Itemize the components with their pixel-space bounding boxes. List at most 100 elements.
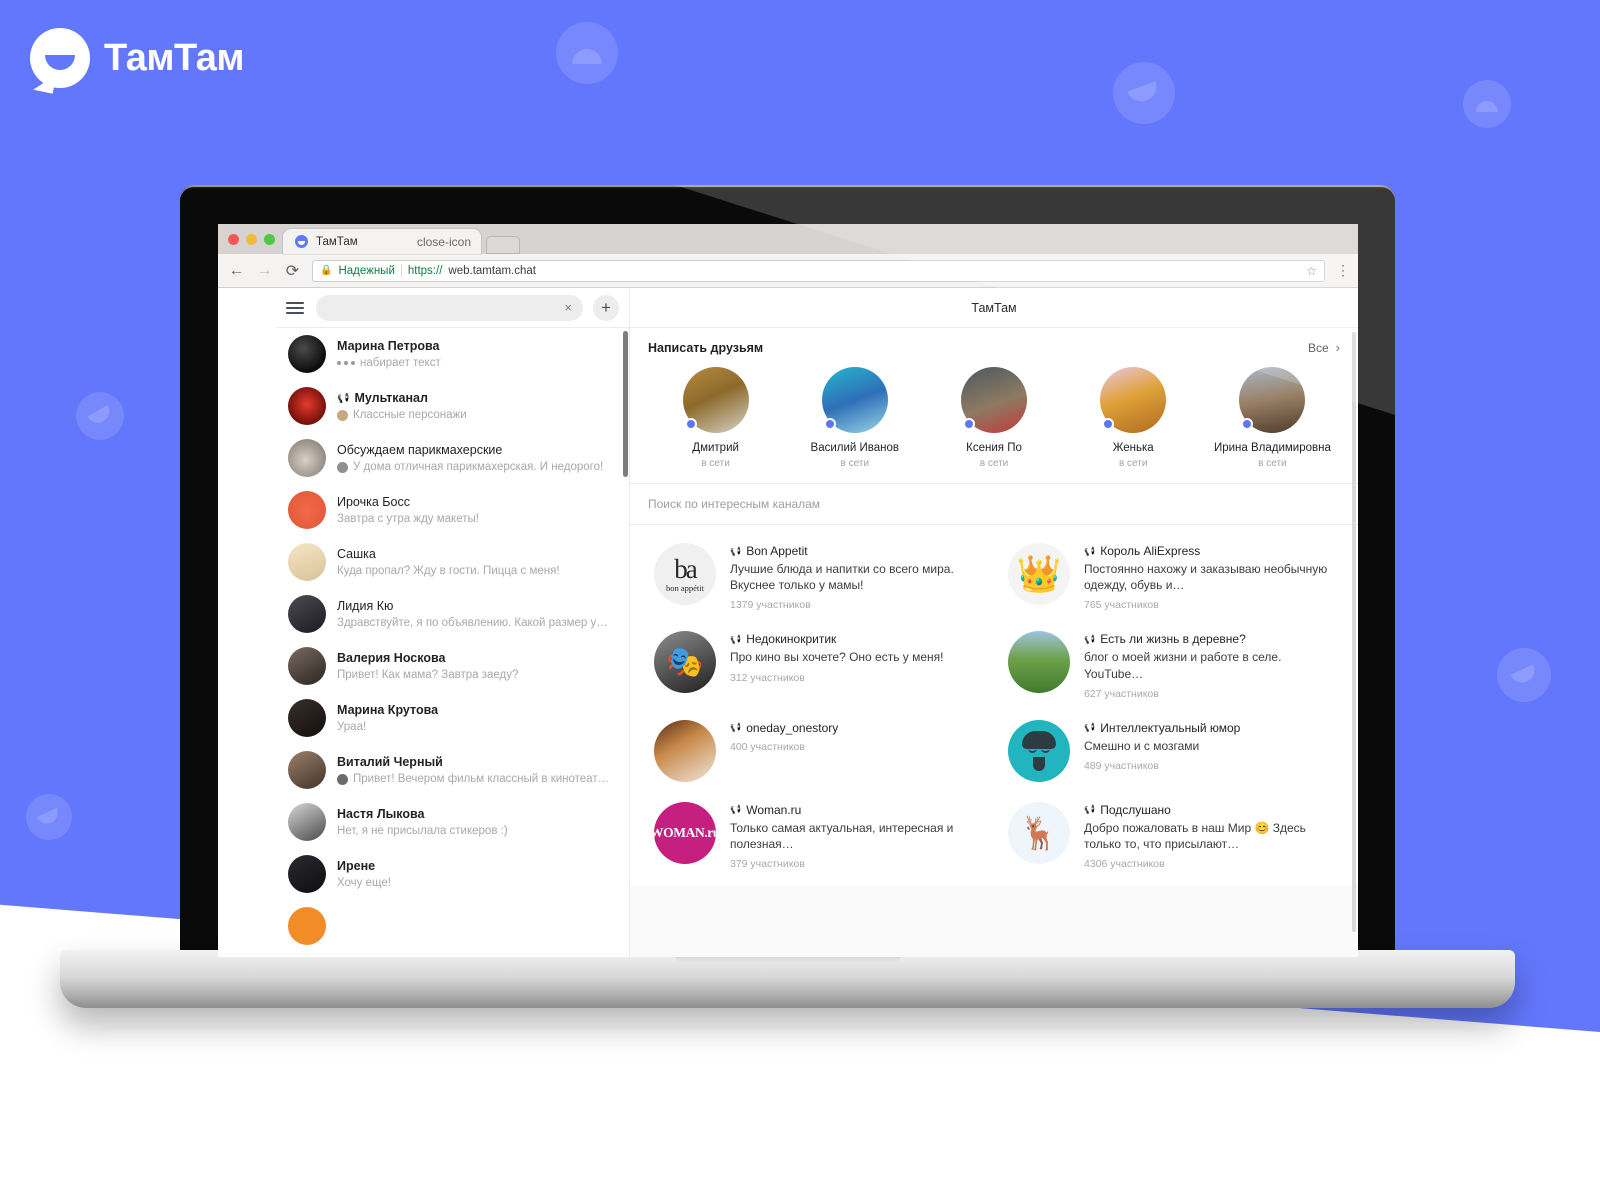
avatar — [288, 647, 326, 685]
channel-search-placeholder: Поиск по интересным каналам — [648, 497, 821, 511]
clear-search-icon[interactable]: × — [564, 300, 572, 315]
channel-card[interactable]: 📢 Есть ли жизнь в деревне? блог о моей жиз… — [994, 621, 1348, 709]
search-input[interactable]: × — [316, 294, 583, 321]
chat-item-title: Виталий Черный — [337, 755, 615, 769]
close-window-button[interactable] — [228, 234, 239, 245]
chat-item-title: Валерия Носкова — [337, 651, 615, 665]
friend-item[interactable]: Василий Иванов в сети — [785, 367, 924, 469]
chat-item-body: Марина Крутова Ураа! — [337, 703, 615, 733]
chat-item-preview: Нет, я не присылала стикеров :) — [337, 825, 615, 837]
megaphone-icon: 📢 — [1084, 804, 1096, 815]
bookmark-star-icon[interactable]: ☆ — [1306, 264, 1317, 278]
chat-item-preview-text: У дома отличная парикмахерская. И недоро… — [353, 461, 604, 473]
reload-icon[interactable]: ⟳ — [284, 261, 301, 281]
channel-member-count: 312 участников — [730, 671, 805, 684]
chat-list-item[interactable]: Валерия Носкова Привет! Как мама? Завтра … — [276, 640, 629, 692]
avatar — [288, 335, 326, 373]
chat-item-body: Ирене Хочу еще! — [337, 859, 615, 889]
channel-description: Смешно и с мозгами — [1084, 738, 1200, 753]
friend-item[interactable]: Женька в сети — [1064, 367, 1203, 469]
channel-description: Про кино вы хочете? Оно есть у меня! — [730, 650, 944, 665]
page-title: ТамТам — [971, 300, 1017, 315]
chat-list-item[interactable]: 📢 Мультканал Классные персонажи — [276, 380, 629, 432]
channel-search-input[interactable]: Поиск по интересным каналам — [630, 484, 1358, 525]
megaphone-icon: 📢 — [1084, 633, 1096, 644]
chat-item-body: 📢 Мультканал Классные персонажи — [337, 391, 615, 421]
chat-list-scroll: Марина Петрова набирает текст 📢 Мультканал К… — [276, 328, 629, 957]
chat-item-preview-text: набирает текст — [360, 357, 441, 369]
chat-item-preview-text: Привет! Как мама? Завтра заеду? — [337, 669, 519, 681]
chat-list-item[interactable]: Марина Крутова Ураа! — [276, 692, 629, 744]
tamtam-web-app: × + Марина Петрова набирает текст 📢 Мультка… — [218, 288, 1358, 957]
channel-card[interactable]: 📢 oneday_onestory 400 участников — [640, 710, 994, 792]
channel-member-count: 627 участников — [1084, 687, 1159, 700]
online-status-dot — [1102, 418, 1115, 430]
back-icon[interactable]: ← — [228, 262, 245, 280]
window-controls[interactable] — [228, 234, 275, 254]
new-tab-button[interactable] — [486, 236, 520, 254]
browser-menu-icon[interactable]: ⋮ — [1336, 263, 1350, 277]
brand-name: ТамТам — [104, 36, 245, 79]
channel-member-count: 489 участников — [1084, 759, 1159, 772]
channel-name: 📢 Bon Appetit — [730, 544, 980, 558]
chat-item-preview-text: Классные персонажи — [353, 409, 467, 421]
friend-item[interactable]: Дмитрий в сети — [646, 367, 785, 469]
new-chat-button[interactable]: + — [593, 294, 619, 321]
chat-item-title: 📢 Мультканал — [337, 391, 615, 405]
channel-card[interactable]: 🎭 📢 Недокинокритик Про кино вы хочете? Оно … — [640, 621, 994, 709]
chat-item-preview-text: Привет! Вечером фильм классный в кинотеа… — [353, 773, 615, 785]
chat-list-item[interactable]: Сашка Куда пропал? Жду в гости. Пицца с м… — [276, 536, 629, 588]
channel-body: 📢 Недокинокритик Про кино вы хочете? Оно е… — [730, 631, 944, 683]
chat-list-item[interactable]: Обсуждаем парикмахерские У дома отличная … — [276, 432, 629, 484]
chat-list-scrollbar[interactable] — [623, 331, 628, 477]
channel-avatar: 👑 — [1008, 543, 1070, 605]
friend-status: в сети — [1258, 458, 1287, 469]
channel-avatar: WOMAN.ru — [654, 801, 716, 864]
channel-member-count: 400 участников — [730, 740, 805, 753]
chat-item-body: Марина Петрова набирает текст — [337, 339, 615, 369]
friend-avatar-wrap — [1100, 367, 1167, 433]
friend-name: Дмитрий — [692, 442, 739, 454]
chat-list-item[interactable]: Лидия Кю Здравствуйте, я по объявлению. К… — [276, 588, 629, 640]
channel-name-text: Король AliExpress — [1100, 544, 1201, 558]
channel-name-text: Недокинокритик — [746, 632, 837, 647]
maximize-window-button[interactable] — [264, 234, 275, 245]
chat-list-item-partial[interactable] — [276, 900, 629, 952]
megaphone-icon: 📢 — [730, 545, 742, 556]
chat-item-title: Марина Крутова — [337, 703, 615, 717]
channel-card[interactable]: 🦌 📢 Подслушано Добро пожаловать в наш Мир 😊… — [994, 792, 1348, 880]
main-scrollbar[interactable] — [1352, 332, 1356, 932]
chat-item-title: Настя Лыкова — [337, 807, 615, 821]
avatar — [288, 907, 326, 945]
chat-item-title-text: Обсуждаем парикмахерские — [337, 443, 503, 457]
browser-tab[interactable]: ТамТам close-icon — [283, 229, 481, 254]
friends-see-all-link[interactable]: Все › — [1308, 340, 1340, 355]
chat-list-item[interactable]: Ирочка Босс Завтра с утра жду макеты! — [276, 484, 629, 536]
chat-item-title-text: Марина Крутова — [337, 703, 439, 717]
address-bar[interactable]: 🔒 Надежный https:// web.tamtam.chat ☆ — [312, 259, 1325, 282]
chat-list-item[interactable]: Виталий Черный Привет! Вечером фильм клас… — [276, 744, 629, 796]
chat-list-item[interactable]: Ирене Хочу еще! — [276, 848, 629, 900]
friend-name: Ксения По — [966, 442, 1022, 454]
chat-list-item[interactable]: Марина Петрова набирает текст — [276, 328, 629, 380]
tamtam-logo: ТамТам — [30, 28, 245, 88]
chat-item-preview: Привет! Вечером фильм классный в кинотеа… — [337, 773, 615, 785]
friend-item[interactable]: Ксения По в сети — [924, 367, 1063, 469]
decorative-bubble — [26, 794, 72, 840]
friend-item[interactable]: Ирина Владимировна в сети — [1203, 367, 1342, 469]
minimize-window-button[interactable] — [246, 234, 257, 245]
channel-card[interactable]: WOMAN.ru 📢 Woman.ru Только самая актуальная… — [640, 792, 994, 880]
chat-item-title: Ирене — [337, 859, 615, 873]
chat-list-item[interactable]: Настя Лыкова Нет, я не присылала стикеров… — [276, 796, 629, 848]
tamtam-speech-bubble-icon — [30, 28, 90, 88]
close-icon[interactable]: close-icon — [417, 235, 471, 249]
forward-icon[interactable]: → — [256, 262, 273, 280]
channel-card[interactable]: ba bon appétit 📢 Bon Appetit Лучшие блюда и … — [640, 533, 994, 621]
megaphone-icon: 📢 — [730, 804, 742, 815]
channel-card[interactable]: 📢 Интеллектуальный юмор Смешно и с мозгами… — [994, 710, 1348, 792]
hamburger-menu-icon[interactable] — [284, 301, 306, 314]
chat-item-preview: Здравствуйте, я по объявлению. Какой раз… — [337, 617, 615, 629]
friends-title: Написать друзьям — [648, 340, 764, 355]
chat-item-title-text: Мультканал — [354, 391, 428, 405]
channel-card[interactable]: 👑 📢 Король AliExpress Постоянно нахожу и за… — [994, 533, 1348, 621]
